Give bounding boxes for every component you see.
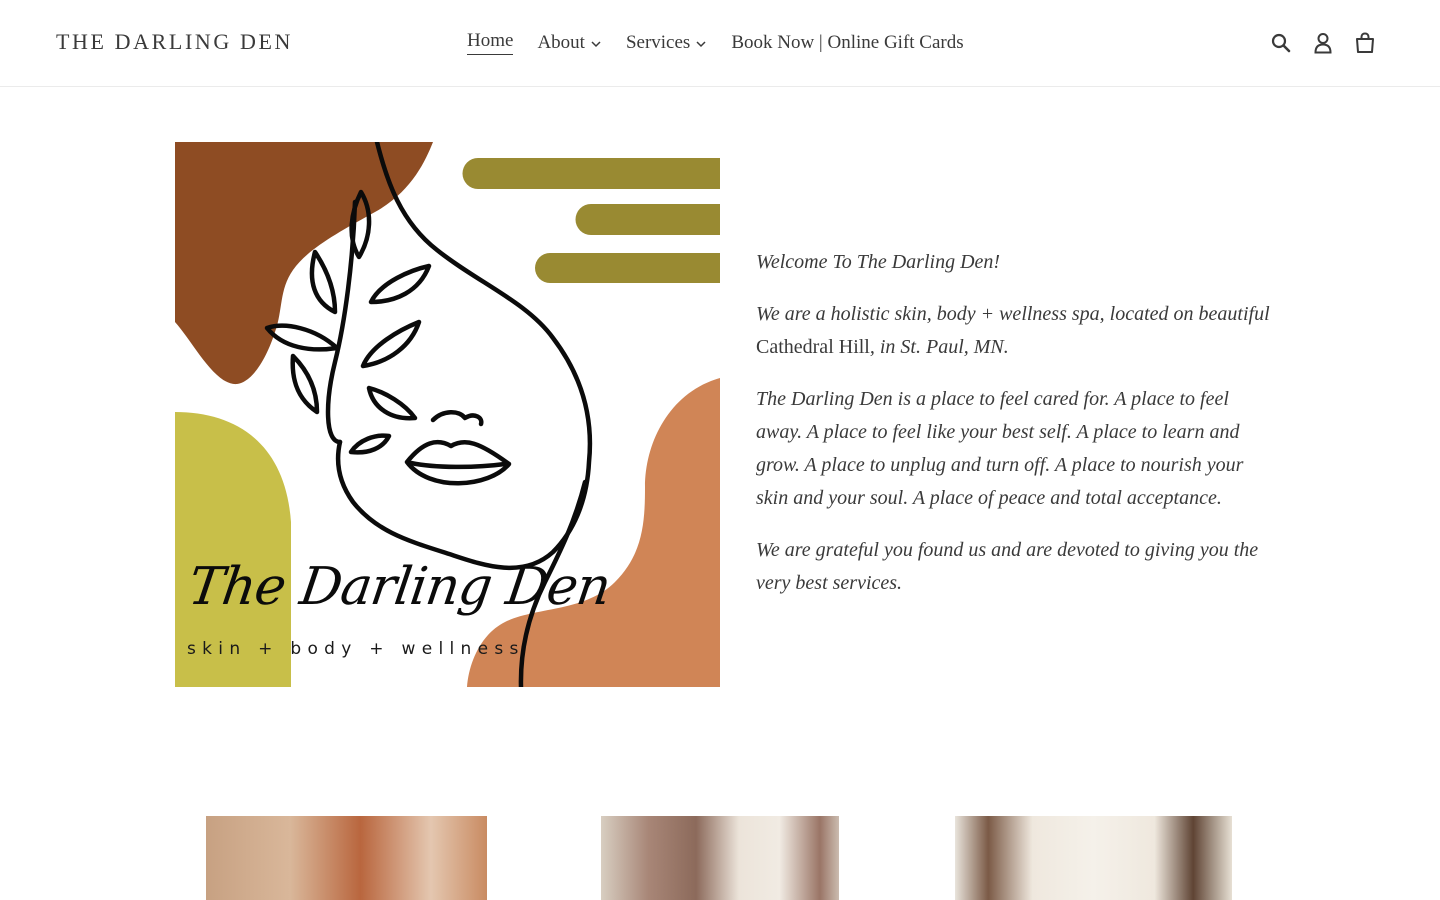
nav-book-now-label: Book Now | Online Gift Cards: [731, 31, 964, 53]
brand-script-text: The Darling Den: [184, 557, 614, 617]
cart-icon[interactable]: [1354, 31, 1376, 55]
nav-about-label: About: [537, 31, 585, 53]
spa-room-photo[interactable]: [601, 816, 839, 900]
intro-location-a: We are a holistic skin, body + wellness …: [756, 303, 1270, 325]
cathedral-hill-text: Cathedral Hill: [756, 336, 870, 358]
welcome-heading: Welcome To The Darling Den!: [756, 251, 1001, 273]
spa-plant-photo[interactable]: [206, 816, 487, 900]
intro-paragraph-location: We are a holistic skin, body + wellness …: [756, 298, 1276, 364]
intro-paragraph-grateful: We are grateful you found us and are dev…: [756, 539, 1259, 594]
main-nav: Home About Services Book Now | Online Gi…: [467, 30, 964, 55]
search-icon[interactable]: [1270, 31, 1292, 55]
nav-services-label: Services: [625, 31, 691, 53]
intro-location-c: , in St. Paul, MN.: [869, 336, 1009, 358]
intro-text: Welcome To The Darling Den! We are a hol…: [756, 246, 1276, 619]
nav-book-now[interactable]: Book Now | Online Gift Cards: [731, 32, 963, 54]
chevron-down-icon: [591, 40, 601, 47]
nav-home[interactable]: Home: [467, 30, 514, 55]
chevron-down-icon: [696, 40, 706, 47]
darling-den-logo-art: The Darling Den skin + body + wellness: [175, 142, 720, 687]
intro-paragraph-place: The Darling Den is a place to feel cared…: [756, 388, 1244, 509]
nav-home-label: Home: [467, 30, 514, 55]
site-logo[interactable]: THE DARLING DEN: [56, 29, 293, 55]
account-icon[interactable]: [1312, 31, 1334, 55]
site-header: THE DARLING DEN Home About Services Book…: [0, 0, 1440, 87]
brand-tagline: skin + body + wellness: [187, 639, 525, 659]
nav-services[interactable]: Services: [626, 32, 707, 54]
nav-about[interactable]: About: [537, 32, 602, 54]
spa-hallway-photo[interactable]: [955, 816, 1232, 900]
header-icons: [1270, 31, 1376, 55]
